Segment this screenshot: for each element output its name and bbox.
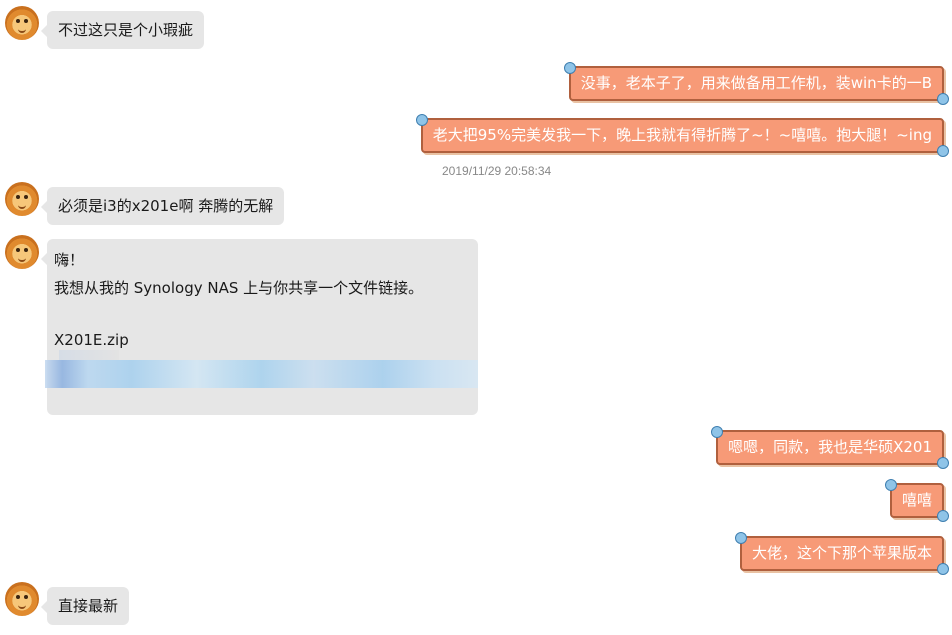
incoming-message-bubble[interactable]: 不过这只是个小瑕疵 <box>40 11 205 49</box>
message-text: 不过这只是个小瑕疵 <box>58 21 194 39</box>
lion-avatar-icon[interactable] <box>5 235 39 269</box>
message-text: 嗯嗯，同款，我也是华硕X201 <box>728 438 932 456</box>
lion-avatar-icon[interactable] <box>5 6 39 40</box>
bubble-decoration-icon <box>937 93 949 105</box>
lion-avatar-icon[interactable] <box>5 582 39 616</box>
bubble-decoration-icon <box>937 510 949 522</box>
message-text: 嘻嘻 <box>901 491 932 509</box>
message-timestamp: 2019/11/29 20:58:34 <box>442 164 552 178</box>
bubble-decoration-icon <box>415 114 428 126</box>
lion-avatar-icon[interactable] <box>5 182 39 216</box>
message-text: 必须是i3的x201e啊 奔腾的无解 <box>58 197 274 215</box>
bubble-decoration-icon <box>937 145 949 157</box>
incoming-message-bubble[interactable]: 直接最新 <box>40 587 130 625</box>
message-text: 直接最新 <box>58 597 119 615</box>
file-share-card[interactable]: 嗨！ 我想从我的 Synology NAS 上与你共享一个文件链接。 X201E… <box>41 239 478 415</box>
outgoing-message-bubble[interactable]: 嗯嗯，同款，我也是华硕X201 <box>711 426 949 469</box>
message-text: 大佬，这个下那个苹果版本 <box>751 544 932 562</box>
bubble-decoration-icon <box>711 426 724 438</box>
message-text: 老大把95%完美发我一下，晚上我就有得折腾了~！~嘻嘻。抱大腿！~ing <box>432 126 932 144</box>
bubble-decoration-icon <box>563 62 576 74</box>
bubble-decoration-icon <box>884 479 897 491</box>
outgoing-message-bubble[interactable]: 嘻嘻 <box>884 479 949 522</box>
bubble-decoration-icon <box>734 532 747 544</box>
share-body-text: 我想从我的 Synology NAS 上与你共享一个文件链接。 <box>54 279 424 297</box>
blurred-link-region <box>59 350 119 360</box>
share-filename: X201E.zip <box>54 331 129 349</box>
bubble-decoration-icon <box>937 457 949 469</box>
message-text: 没事，老本子了，用来做备用工作机，装win卡的一B <box>580 74 932 92</box>
outgoing-message-bubble[interactable]: 老大把95%完美发我一下，晚上我就有得折腾了~！~嘻嘻。抱大腿！~ing <box>415 114 949 157</box>
bubble-decoration-icon <box>937 563 949 575</box>
blurred-link-region[interactable] <box>45 360 478 388</box>
outgoing-message-bubble[interactable]: 没事，老本子了，用来做备用工作机，装win卡的一B <box>563 62 949 105</box>
incoming-message-bubble[interactable]: 必须是i3的x201e啊 奔腾的无解 <box>40 187 285 225</box>
share-greeting: 嗨！ <box>54 251 85 269</box>
outgoing-message-bubble[interactable]: 大佬，这个下那个苹果版本 <box>734 532 949 575</box>
